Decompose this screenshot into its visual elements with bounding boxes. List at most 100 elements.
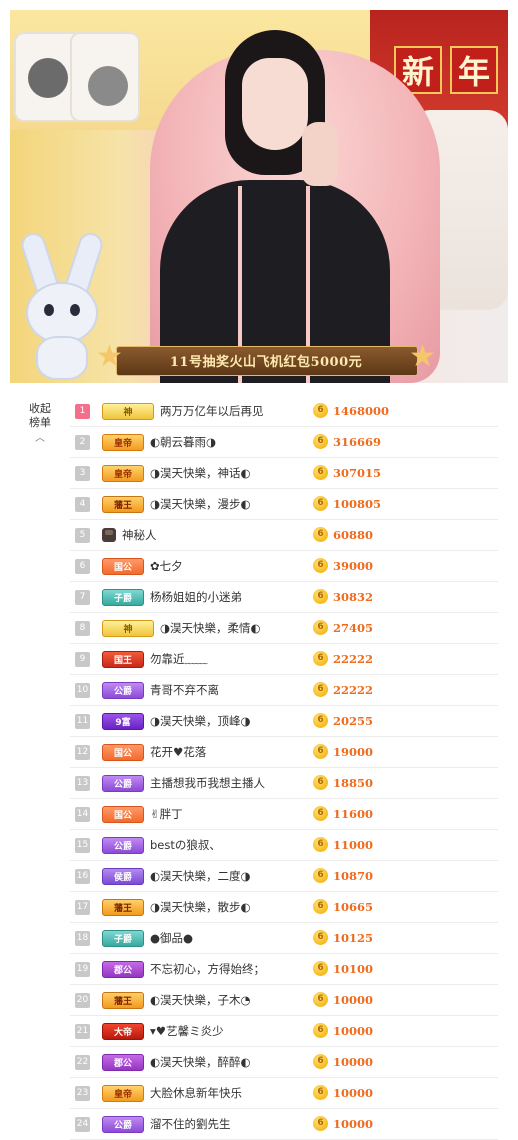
coin-icon: 6 <box>313 992 328 1007</box>
noble-badge: 公爵 <box>102 1115 144 1133</box>
ranking-row[interactable]: 22 郡公 ◐淏天快樂，醉醉◐ 6 10000 <box>70 1047 498 1078</box>
contribution-score: 22222 <box>333 652 374 666</box>
rank-number: 23 <box>75 1085 90 1101</box>
ranking-row[interactable]: 2 皇帝 ◐朝云暮雨◑ 6 316669 <box>70 427 498 458</box>
rank-number: 14 <box>75 806 90 822</box>
rank-number: 24 <box>75 1116 90 1132</box>
coin-icon: 6 <box>313 899 328 914</box>
ranking-row[interactable]: 18 子爵 ●御品● 6 10125 <box>70 923 498 954</box>
rank-number: 10 <box>75 682 90 698</box>
ranking-row[interactable]: 4 藩王 ◑淏天快樂，漫步◐ 6 100805 <box>70 489 498 520</box>
ranking-row[interactable]: 8 神 ◑淏天快樂，柔情◐ 6 27405 <box>70 613 498 644</box>
collapse-ranking-button[interactable]: 收起 榜单 ︿ <box>24 402 56 446</box>
ranking-row[interactable]: 21 大帝 ▾♥艺馨ミ炎少 6 10000 <box>70 1016 498 1047</box>
noble-badge: 子爵 <box>102 929 144 947</box>
contribution-score: 11000 <box>333 838 374 852</box>
coin-icon: 6 <box>313 837 328 852</box>
ranking-row[interactable]: 16 侯爵 ◐淏天快樂，二度◑ 6 10870 <box>70 861 498 892</box>
contribution-score: 10000 <box>333 1055 374 1069</box>
rank-number: 7 <box>75 589 90 605</box>
rank-number: 13 <box>75 775 90 791</box>
coin-icon: 6 <box>313 744 328 759</box>
star-icon: ★ <box>409 339 436 374</box>
ranking-row[interactable]: 17 藩王 ◑淏天快樂，散步◐ 6 10665 <box>70 892 498 923</box>
noble-badge: 子爵 <box>102 588 144 606</box>
noble-badge: 国公 <box>102 805 144 823</box>
ranking-row[interactable]: 9 国王 勿靠近﹏﹏ 6 22222 <box>70 644 498 675</box>
user-name[interactable]: 神秘人 <box>122 527 498 543</box>
rank-number: 4 <box>75 496 90 512</box>
noble-badge: 藩王 <box>102 898 144 916</box>
contribution-score: 22222 <box>333 683 374 697</box>
contribution-score: 1468000 <box>333 404 390 418</box>
noble-badge: 侯爵 <box>102 867 144 885</box>
coin-icon: 6 <box>313 806 328 821</box>
noble-badge: 大帝 <box>102 1022 144 1040</box>
contribution-score: 307015 <box>333 466 382 480</box>
coin-icon: 6 <box>313 682 328 697</box>
rank-number: 12 <box>75 744 90 760</box>
ranking-row[interactable]: 13 公爵 主播想我币我想主播人 6 18850 <box>70 768 498 799</box>
coin-icon: 6 <box>313 620 328 635</box>
mystery-user-icon <box>102 528 116 542</box>
noble-badge: 国王 <box>102 650 144 668</box>
ranking-row[interactable]: 5 神秘人 6 60880 <box>70 520 498 551</box>
rank-number: 11 <box>75 713 90 729</box>
contribution-score: 100805 <box>333 497 382 511</box>
coin-icon: 6 <box>313 434 328 449</box>
ranking-row[interactable]: 20 藩王 ◐淏天快樂，子木◔ 6 10000 <box>70 985 498 1016</box>
chevron-up-icon: ︿ <box>35 433 45 444</box>
coin-icon: 6 <box>313 930 328 945</box>
coin-icon: 6 <box>313 465 328 480</box>
coin-icon: 6 <box>313 1023 328 1038</box>
noble-badge: 国公 <box>102 743 144 761</box>
ranking-row[interactable]: 24 公爵 溜不住的劉先生 6 10000 <box>70 1109 498 1140</box>
user-name[interactable]: 两万万亿年以后再见 <box>160 403 498 419</box>
rank-number: 15 <box>75 837 90 853</box>
coin-icon: 6 <box>313 868 328 883</box>
ranking-row[interactable]: 10 公爵 青哥不弃不离 6 22222 <box>70 675 498 706</box>
ranking-row[interactable]: 14 国公 ✌胖丁 6 11600 <box>70 799 498 830</box>
ranking-list: 1 神两万万亿年以后再见 6 1468000 2 皇帝 ◐朝云暮雨◑ 6 316669 3 皇帝 ◑淏… <box>70 396 498 1140</box>
coin-icon: 6 <box>313 496 328 511</box>
ranking-row[interactable]: 6 国公 ✿七夕 6 39000 <box>70 551 498 582</box>
lottery-banner[interactable]: ★ ★ 11号抽奖火山飞机红包5000元 <box>88 340 444 380</box>
contribution-score: 10000 <box>333 1086 374 1100</box>
contribution-score: 10665 <box>333 900 374 914</box>
coin-icon: 6 <box>313 527 328 542</box>
ranking-row[interactable]: 23 皇帝 大脸休息新年快乐 6 10000 <box>70 1078 498 1109</box>
noble-badge: 皇帝 <box>102 1084 144 1102</box>
noble-badge: 9富 <box>102 712 144 730</box>
ranking-row[interactable]: 15 公爵 bestの狼叔、 6 11000 <box>70 830 498 861</box>
ranking-row[interactable]: 19 郡公 不忘初心，方得始终； 6 10100 <box>70 954 498 985</box>
rank-number: 22 <box>75 1054 90 1070</box>
rank-number: 16 <box>75 868 90 884</box>
collapse-label: 榜单 <box>29 416 51 429</box>
rank-number: 3 <box>75 465 90 481</box>
user-name[interactable]: ◑淏天快樂，柔情◐ <box>160 620 498 636</box>
noble-badge: 神 <box>102 402 154 420</box>
contribution-score: 20255 <box>333 714 374 728</box>
noble-badge: 神 <box>102 619 154 637</box>
noble-badge: 公爵 <box>102 836 144 854</box>
ranking-row[interactable]: 3 皇帝 ◑淏天快樂，神话◐ 6 307015 <box>70 458 498 489</box>
rank-number: 1 <box>75 403 90 419</box>
contribution-score: 10000 <box>333 1117 374 1131</box>
contribution-score: 18850 <box>333 776 374 790</box>
ranking-row[interactable]: 1 神两万万亿年以后再见 6 1468000 <box>70 396 498 427</box>
contribution-score: 19000 <box>333 745 374 759</box>
contribution-score: 10100 <box>333 962 374 976</box>
rank-number: 17 <box>75 899 90 915</box>
rank-number: 5 <box>75 527 90 543</box>
rank-number: 20 <box>75 992 90 1008</box>
ranking-row[interactable]: 11 9富 ◑淏天快樂，顶峰◑ 6 20255 <box>70 706 498 737</box>
noble-badge: 国公 <box>102 557 144 575</box>
coin-icon: 6 <box>313 403 328 418</box>
live-stream-video[interactable]: 新 年 ★ ★ 11号抽奖火山飞机红包5000元 <box>10 10 508 383</box>
coin-icon: 6 <box>313 651 328 666</box>
ranking-row[interactable]: 7 子爵 杨杨姐姐的小迷弟 6 30832 <box>70 582 498 613</box>
ranking-row[interactable]: 12 国公 花开♥花落 6 19000 <box>70 737 498 768</box>
rank-number: 2 <box>75 434 90 450</box>
contribution-score: 27405 <box>333 621 374 635</box>
rank-number: 8 <box>75 620 90 636</box>
